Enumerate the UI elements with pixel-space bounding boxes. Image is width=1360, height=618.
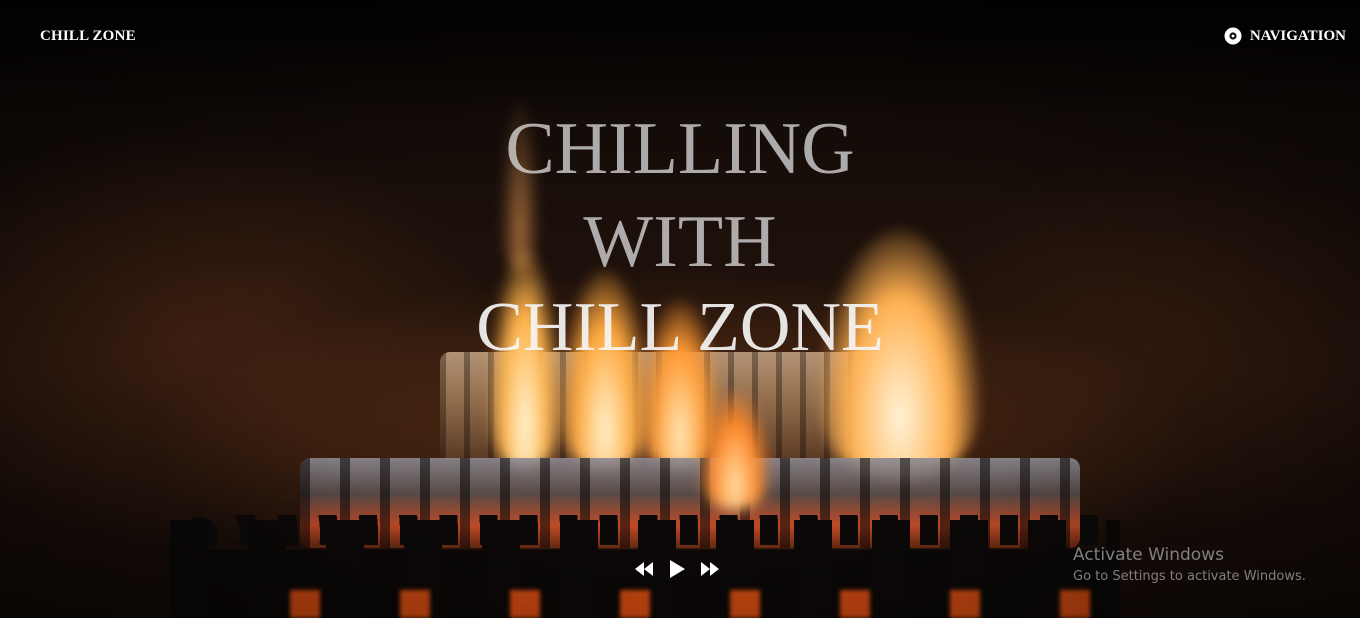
- hero-title-line-3: CHILL ZONE: [476, 289, 884, 366]
- previous-track-button[interactable]: [634, 561, 654, 577]
- play-icon: [670, 560, 685, 578]
- windows-activation-watermark: Activate Windows Go to Settings to activ…: [1073, 545, 1306, 584]
- rewind-icon: [635, 562, 653, 576]
- navigation-button[interactable]: NAVIGATION: [1224, 27, 1346, 45]
- fast-forward-icon: [701, 562, 719, 576]
- page: CHILL ZONE NAVIGATION CHILLING WITH CHIL…: [0, 0, 1360, 618]
- hero-title: CHILLING WITH CHILL ZONE: [0, 112, 1360, 363]
- brand-logo-link[interactable]: CHILL ZONE: [40, 28, 136, 45]
- next-track-button[interactable]: [700, 561, 720, 577]
- watermark-subtitle: Go to Settings to activate Windows.: [1073, 569, 1306, 584]
- hero-title-line-1: CHILLING: [505, 108, 855, 190]
- disc-icon: [1224, 27, 1242, 45]
- hero-title-line-2: WITH: [583, 201, 777, 283]
- navigation-label: NAVIGATION: [1249, 27, 1346, 44]
- player-controls: [634, 559, 720, 579]
- play-button[interactable]: [668, 559, 686, 579]
- watermark-title: Activate Windows: [1073, 545, 1224, 565]
